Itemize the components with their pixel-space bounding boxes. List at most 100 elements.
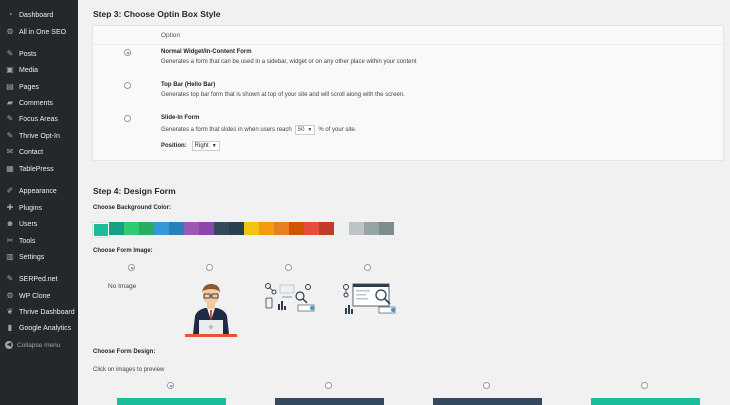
design-preview-2[interactable]: [275, 398, 384, 405]
color-swatch-17[interactable]: [334, 222, 349, 235]
option-desc-top-bar: Generates top bar form that is shown at …: [161, 92, 405, 98]
design-preview-3[interactable]: [433, 398, 542, 405]
color-swatch-4[interactable]: [139, 222, 154, 235]
position-label: Position:: [161, 143, 187, 149]
sidebar-item-appearance[interactable]: ✐ Appearance: [0, 183, 78, 199]
position-row: Position: Right ▼: [161, 141, 223, 151]
sidebar-item-label: Pages: [19, 83, 39, 91]
radio-image-businessman[interactable]: [206, 264, 213, 271]
color-swatch-14[interactable]: [289, 222, 304, 235]
sidebar-item-all-in-one-seo[interactable]: ⚙ All in One SEO: [0, 24, 78, 40]
sidebar-item-pages[interactable]: ▤ Pages: [0, 79, 78, 95]
pin-icon: ✎: [6, 49, 14, 58]
sidebar-item-label: Settings: [19, 253, 45, 261]
sidebar-item-label: Google Analytics: [19, 324, 72, 332]
sidebar-item-tools[interactable]: ✂ Tools: [0, 233, 78, 249]
radio-design-2[interactable]: [325, 382, 332, 389]
color-swatch-1[interactable]: [92, 222, 110, 238]
sidebar-item-label: SERPed.net: [19, 275, 58, 283]
color-swatch-8[interactable]: [199, 222, 214, 235]
slide-in-desc-before: Generates a form that slides in when use…: [161, 127, 292, 133]
analytics-image[interactable]: [264, 282, 318, 314]
color-swatch-2[interactable]: [109, 222, 124, 235]
color-swatch-13[interactable]: [274, 222, 289, 235]
brush-icon: ✐: [6, 186, 14, 195]
sidebar-item-label: Users: [19, 220, 38, 228]
color-swatch-19[interactable]: [364, 222, 379, 235]
wrench-icon: ✂: [6, 236, 14, 245]
option-title-top-bar: Top Bar (Hello Bar): [161, 82, 216, 88]
sidebar-item-tablepress[interactable]: ▦ TablePress: [0, 161, 78, 177]
pin-icon: ✎: [6, 131, 14, 140]
percent-select[interactable]: 50 ▼: [294, 125, 316, 135]
sidebar-item-thrive-dashboard[interactable]: ❦ Thrive Dashboard: [0, 304, 78, 320]
color-swatch-12[interactable]: [259, 222, 274, 235]
radio-top-bar[interactable]: [124, 82, 131, 89]
dashboard-icon: ◔: [7, 10, 13, 19]
color-swatch-15[interactable]: [304, 222, 319, 235]
sidebar-item-focus-areas[interactable]: ✎ Focus Areas: [0, 111, 78, 127]
color-swatches: [92, 222, 394, 238]
position-select[interactable]: Right ▼: [191, 141, 220, 151]
sidebar-item-media[interactable]: ▣ Media: [0, 62, 78, 78]
step4-heading: Step 4: Design Form: [93, 186, 176, 196]
sidebar-item-google-analytics[interactable]: ▮ Google Analytics: [0, 320, 78, 336]
bg-color-label: Choose Background Color:: [93, 205, 172, 211]
radio-normal-widget[interactable]: [124, 49, 131, 56]
caret-down-icon: ▼: [307, 127, 313, 133]
radio-design-4[interactable]: [641, 382, 648, 389]
design-preview-4[interactable]: [591, 398, 700, 405]
sidebar-item-label: Media: [19, 66, 39, 74]
sidebar-item-label: Plugins: [19, 204, 42, 212]
step3-heading: Step 3: Choose Optin Box Style: [93, 9, 221, 19]
percent-select-value: 50: [297, 127, 305, 133]
color-swatch-7[interactable]: [184, 222, 199, 235]
color-swatch-3[interactable]: [124, 222, 139, 235]
table-icon: ▦: [6, 164, 14, 173]
design-preview-1[interactable]: [117, 398, 226, 405]
color-swatch-9[interactable]: [214, 222, 229, 235]
collapse-menu-button[interactable]: ◀ Collapse menu: [0, 337, 78, 353]
click-hint: Click on images to preview: [93, 367, 165, 373]
color-swatch-11[interactable]: [244, 222, 259, 235]
settings-icon: ▥: [6, 252, 14, 261]
sidebar-item-label: Contact: [19, 148, 44, 156]
sidebar-item-comments[interactable]: ▰ Comments: [0, 95, 78, 111]
color-swatch-5[interactable]: [154, 222, 169, 235]
option-column-header: Option: [161, 32, 181, 39]
color-swatch-16[interactable]: [319, 222, 334, 235]
sidebar-item-users[interactable]: ☻ Users: [0, 216, 78, 232]
color-swatch-10[interactable]: [229, 222, 244, 235]
collapse-arrow-icon: ◀: [5, 341, 13, 349]
sidebar-item-plugins[interactable]: ✚ Plugins: [0, 200, 78, 216]
radio-image-analytics[interactable]: [285, 264, 292, 271]
radio-slide-in[interactable]: [124, 115, 131, 122]
collapse-menu-label: Collapse menu: [17, 341, 61, 349]
radio-image-dashboard[interactable]: [364, 264, 371, 271]
color-swatch-18[interactable]: [349, 222, 364, 235]
sidebar-item-label: Tools: [19, 237, 36, 245]
sidebar-item-dashboard[interactable]: ◔ Dashboard: [0, 7, 78, 23]
sidebar-item-wp-clone[interactable]: ⚙ WP Clone: [0, 288, 78, 304]
position-select-value: Right: [194, 143, 209, 149]
dashboard-image[interactable]: [341, 282, 399, 316]
mail-icon: ✉: [6, 147, 14, 156]
sidebar-item-settings[interactable]: ▥ Settings: [0, 249, 78, 265]
analytics-icon: ▮: [7, 323, 13, 332]
color-swatch-20[interactable]: [379, 222, 394, 235]
sidebar-item-label: Comments: [19, 99, 53, 107]
option-title-slide-in: Slide-In Form: [161, 115, 200, 121]
businessman-image[interactable]: [183, 278, 239, 338]
divider: [93, 44, 725, 45]
sidebar-item-posts[interactable]: ✎ Posts: [0, 46, 78, 62]
sidebar-item-thrive-opt-in[interactable]: ✎ Thrive Opt-In: [0, 128, 78, 144]
sidebar-item-label: Thrive Opt-In: [19, 132, 60, 140]
radio-design-3[interactable]: [483, 382, 490, 389]
admin-sidebar: ◔ Dashboard ⚙ All in One SEO ✎ Posts ▣ Media ▤ Pa…: [0, 0, 78, 405]
caret-down-icon: ▼: [211, 143, 217, 149]
radio-design-1[interactable]: [167, 382, 174, 389]
color-swatch-6[interactable]: [169, 222, 184, 235]
radio-image-none[interactable]: [128, 264, 135, 271]
sidebar-item-contact[interactable]: ✉ Contact: [0, 144, 78, 160]
sidebar-item-serped-net[interactable]: ✎ SERPed.net: [0, 271, 78, 287]
